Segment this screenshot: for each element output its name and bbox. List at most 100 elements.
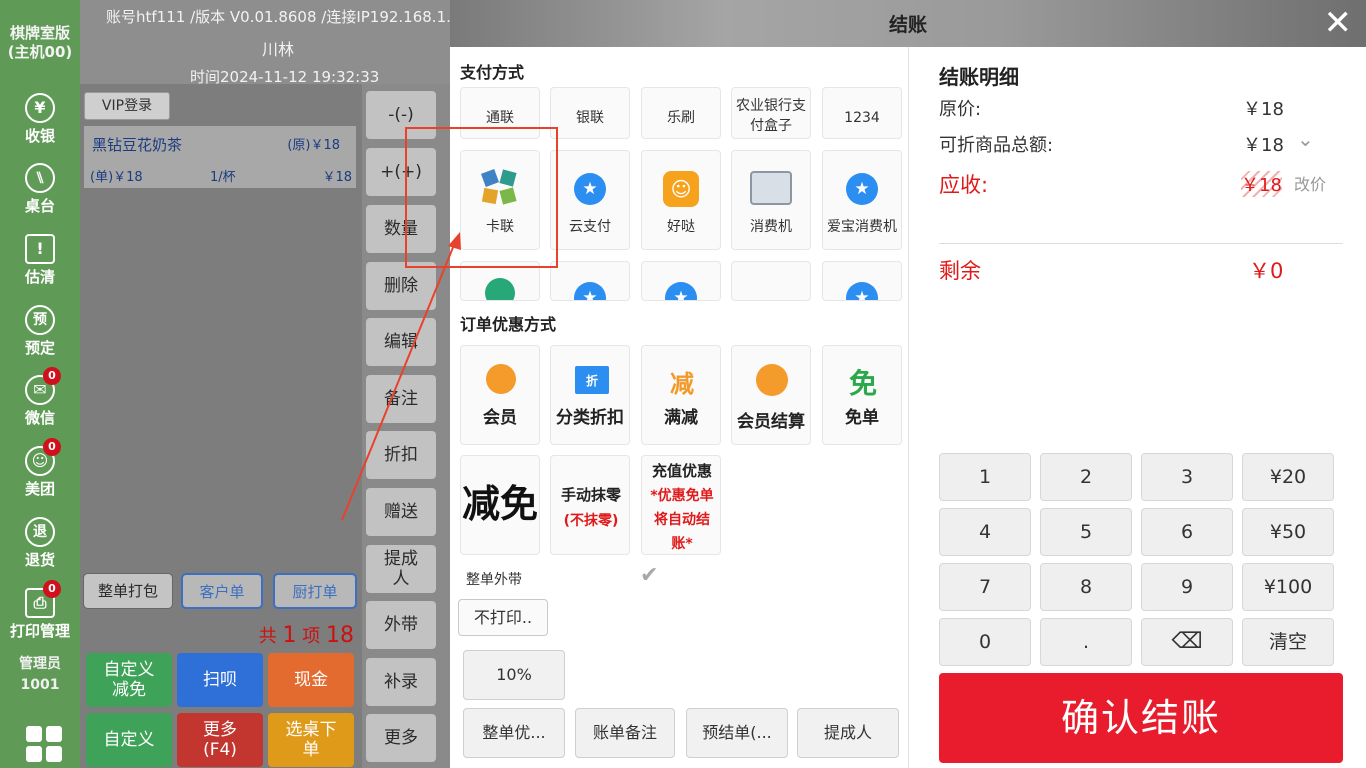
kitchen-print-button[interactable]: 厨打单 [273,573,357,609]
member-icon [486,364,516,394]
whole-order-discount-button[interactable]: 整单优... [463,708,565,758]
edit-button[interactable]: 编辑 [366,318,436,366]
nav-print-manage[interactable]: ⎙ 0 打印管理 [0,580,80,641]
discount-reduce[interactable]: 减免 [460,455,540,555]
commission-button[interactable]: 提成 人 [366,545,436,593]
checkout-title-bar: 结账 ✕ [450,0,1366,47]
tile-label: 乐刷 [667,110,695,126]
star-circle-icon: ★ [574,282,606,300]
more-f4-button[interactable]: 更多 (F4) [177,713,263,767]
detail-title: 结账明细 [939,65,1019,89]
total-count: 1 [282,623,297,648]
fork-knife-icon: ⑊ [25,163,55,193]
key-3[interactable]: 3 [1141,453,1233,501]
pack-all-button[interactable]: 整单打包 [83,573,173,609]
key-2[interactable]: 2 [1040,453,1132,501]
printer-icon: ⎙ 0 [25,580,61,618]
key-dot[interactable]: . [1040,618,1132,666]
discount-button[interactable]: 折扣 [366,431,436,479]
key-6[interactable]: 6 [1141,508,1233,556]
key-7[interactable]: 7 [939,563,1031,611]
print-select[interactable]: 不打印.. [458,599,548,636]
custom-button[interactable]: 自定义 [86,713,172,767]
discount-member-settle[interactable]: 会员结算 [731,345,811,445]
pay-tile-partial[interactable]: ★ [641,261,721,301]
reserve-circle-icon: 预 [25,305,55,335]
return-circle-icon: 退 [25,517,55,547]
chevron-down-icon[interactable]: ⌄ [1297,127,1314,151]
cash-button[interactable]: 现金 [268,653,354,707]
tile-label: 分类折扣 [556,408,624,428]
vip-login-button[interactable]: VIP登录 [84,92,170,120]
pay-1234[interactable]: 1234 [822,87,902,139]
admin-info: 管理员 1001 [0,654,80,696]
nav-meituan[interactable]: ☺ 0 美团 [0,438,80,499]
discount-category[interactable]: 折 分类折扣 [550,345,630,445]
scan-pay-button[interactable]: 扫呗 [177,653,263,707]
key-8[interactable]: 8 [1040,563,1132,611]
key-100-yuan[interactable]: ¥100 [1242,563,1334,611]
checkout-detail-panel: 结账明细 原价: ￥18 可折商品总额: ￥18 ⌄ 应收: ￥18 改价 剩余… [908,47,1366,768]
key-9[interactable]: 9 [1141,563,1233,611]
star-circle-icon: ★ [846,173,878,205]
free-order-icon: 免 [848,367,877,400]
item-subtotal: ￥18 [322,170,352,185]
pay-haoda[interactable]: ☺ 好哒 [641,150,721,250]
discount-manual-round[interactable]: 手动抹零 (不抹零) [550,455,630,555]
discount-recharge[interactable]: 充值优惠 *优惠免单 将自动结 账* [641,455,721,555]
tile-label: 银联 [576,110,604,126]
custom-reduce-button[interactable]: 自定义 减免 [86,653,172,707]
nav-return[interactable]: 退 退货 [0,517,80,570]
key-20-yuan[interactable]: ¥20 [1242,453,1334,501]
commission-person-button[interactable]: 提成人 [797,708,899,758]
apps-grid-icon[interactable] [26,726,62,762]
pay-consume-machine[interactable]: 消费机 [731,150,811,250]
tile-label: 满减 [664,408,698,428]
nav-wechat[interactable]: ✉ 0 微信 [0,367,80,428]
pay-aibao[interactable]: ★ 爱宝消费机 [822,150,902,250]
pay-tile-partial[interactable]: ★ [822,261,902,301]
select-table-order-button[interactable]: 选桌下 单 [268,713,354,767]
nav-estimate[interactable]: ! 估清 [0,234,80,287]
shop-name: 川林 [262,40,295,59]
delete-button[interactable]: 删除 [366,262,436,310]
backspace-icon[interactable]: ⌫ [1141,618,1233,666]
pay-tile-partial[interactable]: ★ [550,261,630,301]
key-50-yuan[interactable]: ¥50 [1242,508,1334,556]
key-5[interactable]: 5 [1040,508,1132,556]
order-line-item[interactable]: 黑钻豆花奶茶 (原)￥18 (单)￥18 1/杯 ￥18 [84,126,356,188]
key-1[interactable]: 1 [939,453,1031,501]
key-4[interactable]: 4 [939,508,1031,556]
pay-tile-partial[interactable] [731,261,811,301]
key-clear[interactable]: 清空 [1242,618,1334,666]
pay-abc-box[interactable]: 农业银行支 付盒子 [731,87,811,139]
nav-cashier[interactable]: ¥ 收银 [0,93,80,146]
gift-button[interactable]: 赠送 [366,488,436,536]
admin-label: 管理员 [19,656,61,672]
note-button[interactable]: 备注 [366,375,436,423]
nav-reserve[interactable]: 预 预定 [0,305,80,358]
confirm-checkout-button[interactable]: 确认结账 [939,673,1343,763]
close-icon[interactable]: ✕ [1324,3,1353,43]
more-button[interactable]: 更多 [366,714,436,762]
pre-settle-button[interactable]: 预结单(... [686,708,788,758]
pay-unionpay[interactable]: 银联 [550,87,630,139]
item-unit-price: (单)￥18 [90,170,143,185]
key-0[interactable]: 0 [939,618,1031,666]
takeout-button[interactable]: 外带 [366,601,436,649]
discount-free-order[interactable]: 免 免单 [822,345,902,445]
change-price-button[interactable]: 改价 [1294,171,1326,195]
pay-leshua[interactable]: 乐刷 [641,87,721,139]
bill-note-button[interactable]: 账单备注 [575,708,675,758]
customer-receipt-button[interactable]: 客户单 [181,573,263,609]
supplement-button[interactable]: 补录 [366,658,436,706]
tile-label: 减免 [461,482,538,526]
nav-tables[interactable]: ⑊ 桌台 [0,163,80,216]
wechat-badge: 0 [43,367,61,385]
takeout-check-icon[interactable]: ✔ [640,563,658,588]
tile-label: 会员 [483,408,517,428]
pay-cloud[interactable]: ★ 云支付 [550,150,630,250]
discount-member[interactable]: 会员 [460,345,540,445]
discount-full-reduction[interactable]: 减 满减 [641,345,721,445]
percent-10-button[interactable]: 10% [463,650,565,700]
